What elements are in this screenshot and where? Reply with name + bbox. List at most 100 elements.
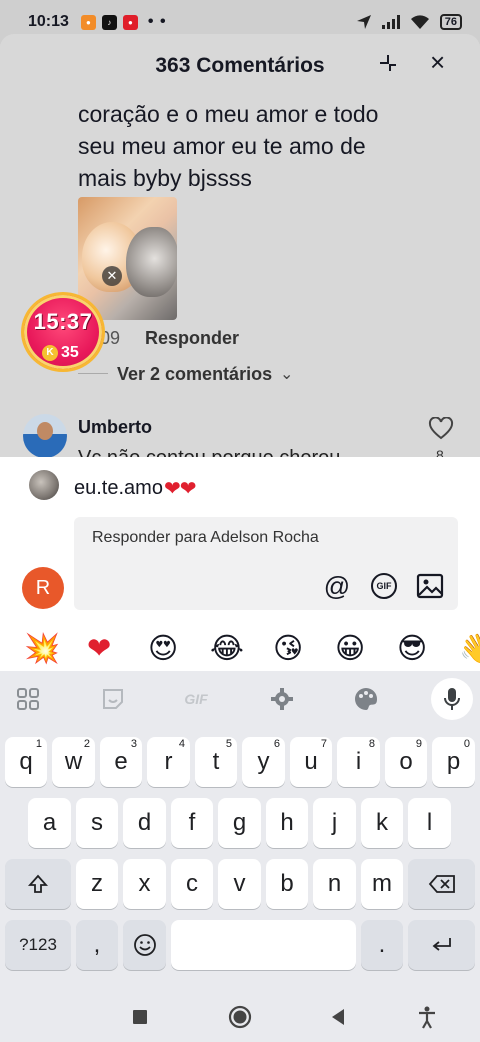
key-d[interactable]: d	[123, 798, 166, 848]
key-g[interactable]: g	[218, 798, 261, 848]
key-s[interactable]: s	[76, 798, 118, 848]
keyboard: GIF 1q 2w 3e 4r 5t 6y 7u 8i 9o 0 p a s d…	[0, 671, 480, 991]
chevron-down-icon[interactable]: ⌄	[280, 364, 293, 384]
key-label: e	[114, 748, 128, 775]
key-t[interactable]: 5t	[195, 737, 237, 787]
coin-row: K 35	[42, 344, 79, 362]
emoji-wave[interactable]: 👋	[459, 630, 480, 666]
key-w[interactable]: 2w	[52, 737, 95, 787]
replies-divider	[78, 373, 108, 374]
emoji-kiss[interactable]: 😘	[273, 630, 303, 666]
user-avatar[interactable]: R	[22, 567, 64, 609]
key-a[interactable]: a	[28, 798, 71, 848]
backspace-key[interactable]	[408, 859, 475, 909]
key-x[interactable]: x	[123, 859, 166, 909]
emoji-tears-of-joy[interactable]: 😂	[210, 630, 244, 666]
image-icon[interactable]	[415, 571, 445, 601]
key-label: l	[426, 809, 433, 836]
key-hint: 3	[130, 738, 137, 750]
emoji-key[interactable]	[123, 920, 166, 970]
key-r[interactable]: 4r	[147, 737, 190, 787]
avatar[interactable]	[23, 414, 67, 458]
key-v[interactable]: v	[218, 859, 261, 909]
status-icons: 76	[356, 14, 462, 30]
like-count: 8	[436, 447, 444, 457]
shift-key[interactable]	[5, 859, 71, 909]
emoji-heart-eyes[interactable]: 😍	[148, 630, 178, 666]
key-label: d	[137, 809, 152, 836]
mention-icon[interactable]: @	[322, 571, 352, 601]
battery-indicator: 76	[439, 14, 462, 30]
comment-username[interactable]: Umberto	[78, 417, 152, 438]
more-notifications-icon: • •	[147, 13, 167, 30]
emoji-heart[interactable]: ❤	[87, 630, 111, 666]
theme-palette-icon[interactable]	[350, 683, 382, 715]
settings-gear-icon[interactable]	[266, 683, 298, 715]
key-i[interactable]: 8i	[337, 737, 380, 787]
symbols-key[interactable]: ?123	[5, 920, 71, 970]
draft-preview[interactable]: eu.te.amo ❤❤	[74, 476, 196, 501]
key-label: q	[19, 748, 33, 775]
comma-key[interactable]: ,	[76, 920, 118, 970]
sticker-icon[interactable]	[97, 683, 129, 715]
key-b[interactable]: b	[266, 859, 308, 909]
keyboard-toolbar: GIF	[0, 671, 480, 727]
recent-apps-icon[interactable]	[126, 1003, 154, 1031]
key-label: o	[399, 748, 413, 775]
key-c[interactable]: c	[171, 859, 213, 909]
gif-keyboard-icon[interactable]: GIF	[180, 683, 212, 715]
coin-count: 35	[61, 344, 79, 361]
reply-button[interactable]: Responder	[145, 328, 239, 349]
key-label: n	[327, 870, 342, 897]
status-time: 10:13	[28, 13, 69, 30]
key-h[interactable]: h	[266, 798, 308, 848]
view-replies-button[interactable]: Ver 2 comentários	[117, 364, 272, 385]
close-icon[interactable]: ×	[430, 49, 454, 75]
period-key[interactable]: .	[361, 920, 403, 970]
emoji-sunglasses[interactable]: 😎	[397, 630, 427, 666]
emoji-burst[interactable]: 💥	[24, 630, 60, 666]
home-icon[interactable]	[226, 1003, 254, 1031]
key-z[interactable]: z	[76, 859, 118, 909]
key-hint: 1	[35, 738, 42, 750]
image-close-icon[interactable]: ✕	[102, 266, 122, 286]
key-p[interactable]: 0p	[432, 737, 475, 787]
minimize-icon[interactable]	[377, 52, 399, 74]
accessibility-icon[interactable]	[413, 1003, 441, 1031]
comment-sticker-image[interactable]: ✕	[78, 197, 177, 320]
reply-composer: eu.te.amo ❤❤ R Responder para Adelson Ro…	[0, 457, 480, 627]
smiley-icon	[133, 934, 156, 956]
key-e[interactable]: 3e	[100, 737, 142, 787]
signal-icon	[381, 15, 400, 29]
apps-grid-icon[interactable]	[12, 683, 44, 715]
key-hint: 6	[273, 738, 280, 750]
key-o[interactable]: 9o	[385, 737, 427, 787]
back-icon[interactable]	[324, 1003, 352, 1031]
key-q[interactable]: 1q	[5, 737, 47, 787]
key-hint: 5	[225, 738, 232, 750]
key-u[interactable]: 7u	[290, 737, 332, 787]
key-y[interactable]: 6y	[242, 737, 285, 787]
comment-text: coração e o meu amor e todo seu meu amor…	[78, 101, 379, 191]
key-m[interactable]: m	[361, 859, 403, 909]
voice-input-button[interactable]	[431, 678, 473, 720]
space-key[interactable]	[171, 920, 356, 970]
key-j[interactable]: j	[313, 798, 356, 848]
enter-key[interactable]	[408, 920, 475, 970]
key-f[interactable]: f	[171, 798, 213, 848]
emoji-grin[interactable]: 😀	[335, 630, 365, 666]
draft-avatar	[29, 470, 59, 500]
key-l[interactable]: l	[408, 798, 451, 848]
key-label: g	[232, 809, 247, 836]
key-label: a	[42, 809, 57, 836]
gif-icon[interactable]: GIF	[369, 571, 399, 601]
key-hint: 9	[415, 738, 422, 750]
reward-timer-badge[interactable]: 15:37 K 35	[21, 292, 105, 372]
key-label: y	[257, 748, 270, 775]
key-hint: 4	[178, 738, 185, 750]
backspace-icon	[428, 875, 455, 893]
key-n[interactable]: n	[313, 859, 356, 909]
heart-outline-icon[interactable]	[428, 417, 454, 441]
reply-input[interactable]: Responder para Adelson Rocha @ GIF	[74, 517, 458, 610]
key-k[interactable]: k	[361, 798, 403, 848]
